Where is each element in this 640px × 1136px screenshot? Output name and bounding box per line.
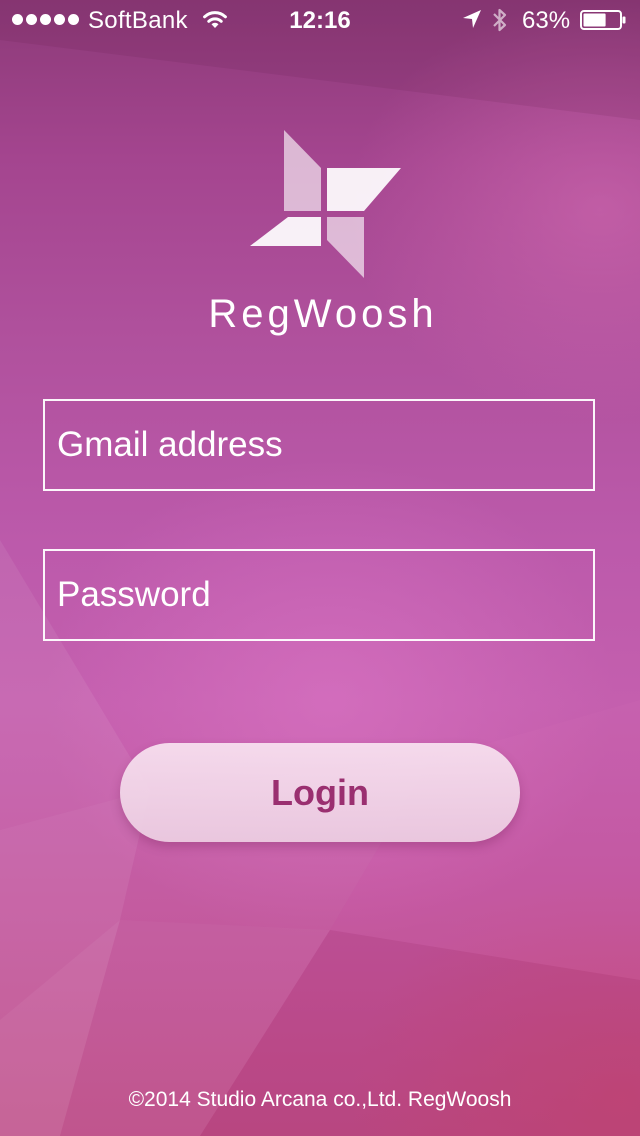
app-name: RegWoosh [208, 292, 438, 336]
login-button[interactable]: Login [120, 743, 520, 842]
email-field[interactable] [43, 399, 595, 491]
bluetooth-icon [493, 8, 507, 32]
battery-percent: 63% [522, 7, 571, 34]
location-arrow-icon [463, 10, 481, 28]
login-screen: SoftBank 12:16 63% RegWoosh Login ©2014 … [0, 0, 640, 1136]
password-field[interactable] [43, 549, 595, 641]
status-bar: SoftBank 12:16 63% [0, 0, 640, 40]
battery-icon [580, 10, 626, 30]
pinwheel-logo-icon [250, 130, 401, 278]
copyright-footer: ©2014 Studio Arcana co.,Ltd. RegWoosh [128, 1088, 512, 1111]
